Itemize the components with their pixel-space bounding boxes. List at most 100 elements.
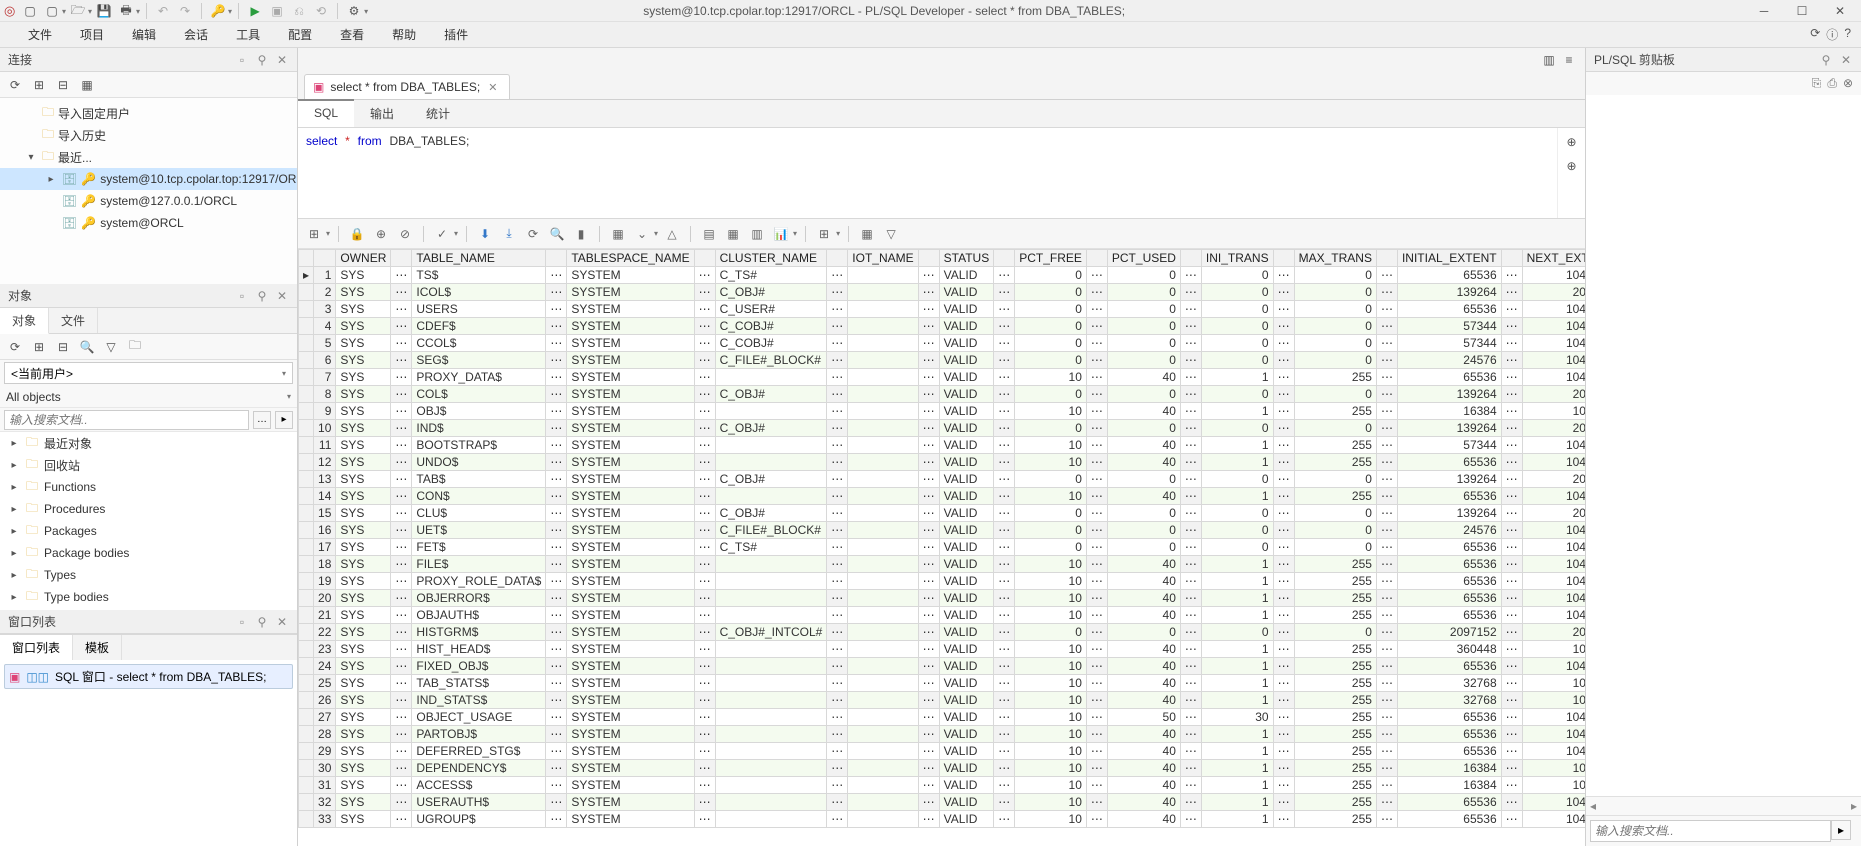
table-row[interactable]: 19SYS⋯PROXY_ROLE_DATA$⋯SYSTEM⋯⋯⋯VALID⋯10…: [299, 573, 1586, 590]
table-row[interactable]: 12SYS⋯UNDO$⋯SYSTEM⋯⋯⋯VALID⋯10⋯40⋯1⋯255⋯6…: [299, 454, 1586, 471]
table-row[interactable]: ▸1SYS⋯TS$⋯SYSTEM⋯C_TS#⋯⋯VALID⋯0⋯0⋯0⋯0⋯65…: [299, 267, 1586, 284]
column-header[interactable]: OWNER: [336, 250, 391, 267]
rollback-icon[interactable]: ⟲: [311, 1, 331, 21]
open-icon[interactable]: ▢: [42, 1, 62, 21]
grid-nav-icon[interactable]: ⊞: [304, 224, 324, 244]
column-header[interactable]: TABLESPACE_NAME: [567, 250, 694, 267]
tab-output[interactable]: 输出: [354, 100, 410, 127]
refresh-rows-icon[interactable]: ⟳: [523, 224, 543, 244]
window-close-button[interactable]: ✕: [1823, 1, 1857, 21]
window-minimize-button[interactable]: ─: [1747, 1, 1781, 21]
column-header[interactable]: IOT_NAME: [848, 250, 918, 267]
table-row[interactable]: 14SYS⋯CON$⋯SYSTEM⋯⋯⋯VALID⋯10⋯40⋯1⋯255⋯65…: [299, 488, 1586, 505]
menu-file[interactable]: 文件: [14, 22, 66, 47]
table-row[interactable]: 33SYS⋯UGROUP$⋯SYSTEM⋯⋯⋯VALID⋯10⋯40⋯1⋯255…: [299, 811, 1586, 828]
bookmark-icon[interactable]: ▮: [571, 224, 591, 244]
object-category[interactable]: ▸🗀Type bodies: [0, 586, 297, 608]
tab-stats[interactable]: 统计: [410, 100, 466, 127]
table-row[interactable]: 2SYS⋯ICOL$⋯SYSTEM⋯C_OBJ#⋯⋯VALID⋯0⋯0⋯0⋯0⋯…: [299, 284, 1586, 301]
refresh-icon[interactable]: ⟳: [6, 76, 24, 94]
table-row[interactable]: 30SYS⋯DEPENDENCY$⋯SYSTEM⋯⋯⋯VALID⋯10⋯40⋯1…: [299, 760, 1586, 777]
search-go-icon[interactable]: ▸: [275, 411, 293, 429]
open-file-icon[interactable]: 🗁: [68, 1, 88, 21]
table-row[interactable]: 9SYS⋯OBJ$⋯SYSTEM⋯⋯⋯VALID⋯10⋯40⋯1⋯255⋯163…: [299, 403, 1586, 420]
chart-icon[interactable]: 📊: [771, 224, 791, 244]
table-icon[interactable]: ▤: [699, 224, 719, 244]
export-icon[interactable]: ▦: [608, 224, 628, 244]
clipboard-scroll[interactable]: ◂▸: [1586, 796, 1861, 816]
object-category[interactable]: ▸🗀最近对象: [0, 432, 297, 454]
menu-help[interactable]: 帮助: [378, 22, 430, 47]
panel-pin-icon[interactable]: ⚲: [255, 53, 269, 67]
trace-icon[interactable]: △: [662, 224, 682, 244]
delete-row-icon[interactable]: ⊘: [395, 224, 415, 244]
object-category[interactable]: ▸🗀Types: [0, 564, 297, 586]
key-icon[interactable]: 🔑: [208, 1, 228, 21]
panel-close-icon[interactable]: ✕: [1839, 53, 1853, 67]
undo-icon[interactable]: ↶: [153, 1, 173, 21]
table-row[interactable]: 29SYS⋯DEFERRED_STG$⋯SYSTEM⋯⋯⋯VALID⋯10⋯40…: [299, 743, 1586, 760]
panel-pin-icon[interactable]: ⚲: [255, 615, 269, 629]
menu-project[interactable]: 项目: [66, 22, 118, 47]
table-row[interactable]: 18SYS⋯FILE$⋯SYSTEM⋯⋯⋯VALID⋯10⋯40⋯1⋯255⋯6…: [299, 556, 1586, 573]
lock-icon[interactable]: 🔒: [347, 224, 367, 244]
table-row[interactable]: 26SYS⋯IND_STATS$⋯SYSTEM⋯⋯⋯VALID⋯10⋯40⋯1⋯…: [299, 692, 1586, 709]
delete-clip-icon[interactable]: ⊗: [1843, 76, 1853, 91]
find-rows-icon[interactable]: 🔍: [547, 224, 567, 244]
table-row[interactable]: 24SYS⋯FIXED_OBJ$⋯SYSTEM⋯⋯⋯VALID⋯10⋯40⋯1⋯…: [299, 658, 1586, 675]
editor-up-icon[interactable]: ⊕: [1562, 132, 1582, 152]
column-header[interactable]: STATUS: [939, 250, 994, 267]
table-row[interactable]: 23SYS⋯HIST_HEAD$⋯SYSTEM⋯⋯⋯VALID⋯10⋯40⋯1⋯…: [299, 641, 1586, 658]
tab-winlist[interactable]: 窗口列表: [0, 635, 73, 660]
column-header[interactable]: TABLE_NAME: [412, 250, 546, 267]
window-maximize-button[interactable]: ☐: [1785, 1, 1819, 21]
layout-icon[interactable]: ▥: [1539, 50, 1559, 70]
table-row[interactable]: 3SYS⋯USERS⋯SYSTEM⋯C_USER#⋯⋯VALID⋯0⋯0⋯0⋯0…: [299, 301, 1586, 318]
clipboard-search-go-icon[interactable]: ▸: [1831, 820, 1851, 840]
help-icon[interactable]: ?: [1844, 26, 1851, 43]
remove-square-icon[interactable]: ⊟: [54, 76, 72, 94]
add-square-icon[interactable]: ⊞: [30, 76, 48, 94]
object-filter-row[interactable]: All objects▾: [0, 386, 297, 408]
column-header[interactable]: CLUSTER_NAME: [715, 250, 827, 267]
table-row[interactable]: 28SYS⋯PARTOBJ$⋯SYSTEM⋯⋯⋯VALID⋯10⋯40⋯1⋯25…: [299, 726, 1586, 743]
fetch-all-icon[interactable]: ⤓: [499, 224, 519, 244]
clipboard-search-input[interactable]: [1590, 820, 1831, 842]
info-icon[interactable]: ⓘ: [1826, 26, 1838, 43]
table-row[interactable]: 27SYS⋯OBJECT_USAGE⋯SYSTEM⋯⋯⋯VALID⋯10⋯50⋯…: [299, 709, 1586, 726]
table3-icon[interactable]: ▥: [747, 224, 767, 244]
table-row[interactable]: 31SYS⋯ACCESS$⋯SYSTEM⋯⋯⋯VALID⋯10⋯40⋯1⋯255…: [299, 777, 1586, 794]
menu-edit[interactable]: 编辑: [118, 22, 170, 47]
table-row[interactable]: 22SYS⋯HISTGRM$⋯SYSTEM⋯C_OBJ#_INTCOL#⋯⋯VA…: [299, 624, 1586, 641]
object-category[interactable]: ▸🗀Procedures: [0, 498, 297, 520]
panel-close-icon[interactable]: ✕: [275, 289, 289, 303]
panel-close-icon[interactable]: ✕: [275, 615, 289, 629]
panel-close-icon[interactable]: ✕: [275, 53, 289, 67]
table-row[interactable]: 16SYS⋯UET$⋯SYSTEM⋯C_FILE#_BLOCK#⋯⋯VALID⋯…: [299, 522, 1586, 539]
connection-item[interactable]: ▾ 🗀 最近...: [0, 146, 297, 168]
fetch-next-icon[interactable]: ⬇: [475, 224, 495, 244]
object-category[interactable]: ▸🗀Packages: [0, 520, 297, 542]
add-square-icon[interactable]: ⊞: [30, 338, 48, 356]
find-icon[interactable]: 🔍: [78, 338, 96, 356]
filter-result-icon[interactable]: ▽: [881, 224, 901, 244]
table-row[interactable]: 8SYS⋯COL$⋯SYSTEM⋯C_OBJ#⋯⋯VALID⋯0⋯0⋯0⋯0⋯1…: [299, 386, 1586, 403]
column-header[interactable]: NEXT_EXTENT: [1522, 250, 1585, 267]
filter-icon[interactable]: ▽: [102, 338, 120, 356]
explain-icon[interactable]: ⌄: [632, 224, 652, 244]
column-header[interactable]: INITIAL_EXTENT: [1397, 250, 1501, 267]
table-row[interactable]: 7SYS⋯PROXY_DATA$⋯SYSTEM⋯⋯⋯VALID⋯10⋯40⋯1⋯…: [299, 369, 1586, 386]
object-category[interactable]: ▸🗀Functions: [0, 476, 297, 498]
sql-editor[interactable]: select * from DBA_TABLES;: [298, 128, 1557, 218]
panel-restore-icon[interactable]: ▫: [235, 615, 249, 629]
connection-item[interactable]: 🗀 导入固定用户: [0, 102, 297, 124]
column-header[interactable]: INI_TRANS: [1201, 250, 1273, 267]
copy-icon[interactable]: ⎘: [1812, 76, 1822, 91]
table-row[interactable]: 10SYS⋯IND$⋯SYSTEM⋯C_OBJ#⋯⋯VALID⋯0⋯0⋯0⋯0⋯…: [299, 420, 1586, 437]
table-row[interactable]: 5SYS⋯CCOL$⋯SYSTEM⋯C_COBJ#⋯⋯VALID⋯0⋯0⋯0⋯0…: [299, 335, 1586, 352]
connection-item[interactable]: 🗀 导入历史: [0, 124, 297, 146]
document-tab[interactable]: ▣ select * from DBA_TABLES; ✕: [304, 74, 510, 99]
table2-icon[interactable]: ▦: [723, 224, 743, 244]
table-row[interactable]: 15SYS⋯CLU$⋯SYSTEM⋯C_OBJ#⋯⋯VALID⋯0⋯0⋯0⋯0⋯…: [299, 505, 1586, 522]
result-grid[interactable]: OWNER TABLE_NAME TABLESPACE_NAME CLUSTER_NA…: [298, 249, 1585, 828]
